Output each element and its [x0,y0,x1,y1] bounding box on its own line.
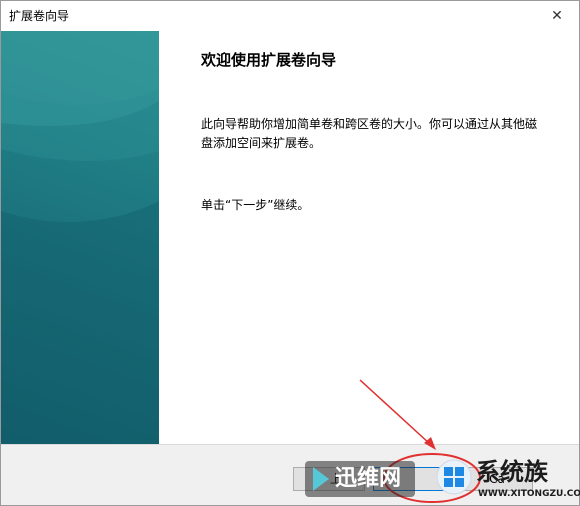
watermark-url: WWW.XITONGZU.COM [478,489,580,499]
watermark-right-text: 系统族 [476,458,548,486]
close-button[interactable]: ✕ [535,1,579,31]
windows-logo-icon [436,459,472,495]
page-title: 欢迎使用扩展卷向导 [201,51,337,69]
description-text: 此向导帮助你增加简单卷和跨区卷的大小。你可以通过从其他磁盘添加空间来扩展卷。 [201,117,538,150]
play-arrow-icon [313,467,329,491]
watermark-left-text: 迅维网 [335,466,402,491]
close-icon: ✕ [551,8,563,24]
xitongzu-watermark: 系统族 WWW.XITONGZU.COM [432,455,580,505]
window-title: 扩展卷向导 [9,9,70,23]
banner-decoration [1,31,159,444]
wizard-content: 欢迎使用扩展卷向导 此向导帮助你增加简单卷和跨区卷的大小。你可以通过从其他磁盘添… [159,31,579,444]
xunwei-watermark: 迅维网 [305,461,415,497]
continue-instruction: 单击“下一步”继续。 [201,198,310,212]
title-bar: 扩展卷向导 ✕ [1,1,579,31]
wizard-banner-panel [1,31,159,444]
extend-volume-wizard-window: 扩展卷向导 ✕ 欢迎使用扩展卷向导 此向导帮助你增加简单卷和跨区卷的大小。你可以… [0,0,580,506]
